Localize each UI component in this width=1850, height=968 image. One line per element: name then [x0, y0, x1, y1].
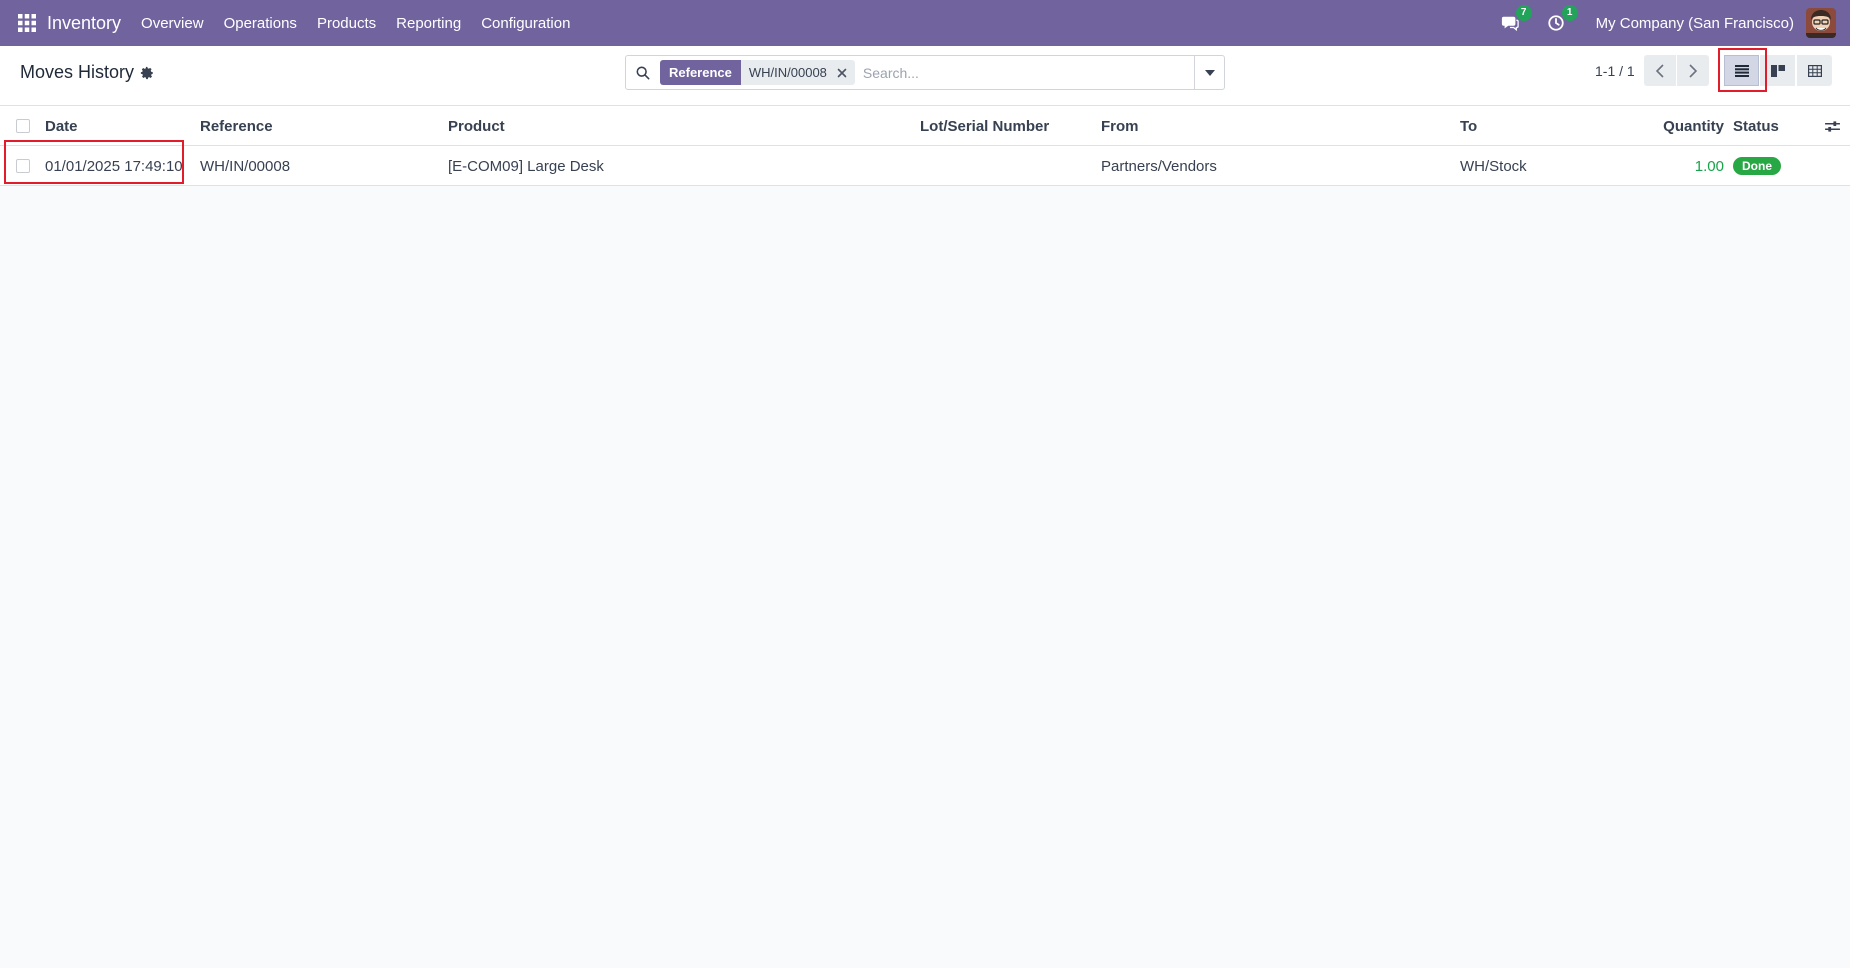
- page-title: Moves History: [20, 62, 135, 82]
- row-select-cell: [16, 146, 30, 186]
- column-header-lot[interactable]: Lot/Serial Number: [920, 106, 1049, 146]
- cell-reference[interactable]: WH/IN/00008: [200, 146, 290, 186]
- search-bar: Reference WH/IN/00008: [625, 55, 1225, 90]
- chevron-right-icon: [1689, 63, 1697, 78]
- column-header-date[interactable]: Date: [45, 106, 78, 146]
- sliders-icon: [1825, 120, 1840, 132]
- column-header-quantity[interactable]: Quantity: [1663, 106, 1724, 146]
- moves-history-table: Date Reference Product Lot/Serial Number…: [0, 106, 1850, 186]
- main-menu: Overview Operations Products Reporting C…: [131, 15, 580, 32]
- activities-badge: 1: [1561, 5, 1578, 21]
- search-facet: Reference WH/IN/00008: [660, 60, 855, 85]
- breadcrumb: Moves History: [20, 62, 154, 83]
- cell-product[interactable]: [E-COM09] Large Desk: [448, 146, 604, 186]
- column-header-from[interactable]: From: [1101, 106, 1139, 146]
- pager-previous-button[interactable]: [1644, 55, 1676, 86]
- top-navbar: Inventory Overview Operations Products R…: [0, 0, 1850, 46]
- cell-quantity[interactable]: 1.00: [1695, 146, 1724, 186]
- clock-icon: [1547, 15, 1564, 31]
- gear-icon[interactable]: [140, 66, 154, 80]
- kanban-icon: [1770, 64, 1785, 77]
- messages-button[interactable]: 7: [1498, 5, 1532, 35]
- table-header: Date Reference Product Lot/Serial Number…: [0, 106, 1850, 146]
- navbar-systray: 7 1 My Company (San Francisco): [1498, 0, 1850, 46]
- table-grid-icon: [1807, 64, 1822, 77]
- list-view-button[interactable]: [1724, 55, 1759, 86]
- column-header-to[interactable]: To: [1460, 106, 1477, 146]
- row-checkbox[interactable]: [16, 159, 30, 173]
- facet-remove-icon[interactable]: [834, 60, 855, 85]
- list-icon: [1734, 64, 1749, 77]
- search-icon[interactable]: [626, 56, 660, 89]
- menu-reporting[interactable]: Reporting: [386, 15, 471, 32]
- menu-operations[interactable]: Operations: [214, 15, 307, 32]
- column-header-product[interactable]: Product: [448, 106, 505, 146]
- kanban-view-button[interactable]: [1760, 55, 1795, 86]
- caret-down-icon: [1204, 69, 1215, 76]
- activities-button[interactable]: 1: [1544, 5, 1578, 35]
- select-all-cell: [16, 106, 30, 146]
- pivot-view-button[interactable]: [1797, 55, 1832, 86]
- pager-next-button[interactable]: [1677, 55, 1709, 86]
- search-options-toggle[interactable]: [1194, 56, 1224, 89]
- user-avatar[interactable]: [1806, 8, 1836, 38]
- cell-date[interactable]: 01/01/2025 17:49:10: [45, 146, 183, 186]
- column-header-status[interactable]: Status: [1733, 106, 1779, 146]
- facet-value: WH/IN/00008: [740, 60, 835, 85]
- menu-configuration[interactable]: Configuration: [471, 15, 580, 32]
- status-badge: Done: [1733, 157, 1781, 175]
- chat-icon: [1501, 16, 1519, 32]
- facet-label: Reference: [660, 60, 741, 85]
- chevron-left-icon: [1656, 63, 1664, 78]
- company-switcher[interactable]: My Company (San Francisco): [1596, 15, 1794, 32]
- optional-columns-toggle[interactable]: [1825, 106, 1840, 146]
- cell-from[interactable]: Partners/Vendors: [1101, 146, 1217, 186]
- select-all-checkbox[interactable]: [16, 119, 30, 133]
- apps-menu-icon[interactable]: [15, 11, 39, 35]
- menu-products[interactable]: Products: [307, 15, 386, 32]
- search-input[interactable]: [860, 57, 1194, 88]
- messages-badge: 7: [1515, 5, 1532, 21]
- column-header-reference[interactable]: Reference: [200, 106, 273, 146]
- pager-value[interactable]: 1-1 / 1: [1595, 63, 1635, 79]
- cell-to[interactable]: WH/Stock: [1460, 146, 1527, 186]
- control-panel: Moves History Reference WH/IN/00008 Sear…: [0, 46, 1850, 106]
- app-brand[interactable]: Inventory: [47, 13, 121, 34]
- table-row[interactable]: 01/01/2025 17:49:10 WH/IN/00008 [E-COM09…: [0, 146, 1850, 186]
- menu-overview[interactable]: Overview: [131, 15, 214, 32]
- cell-status[interactable]: Done: [1733, 146, 1781, 186]
